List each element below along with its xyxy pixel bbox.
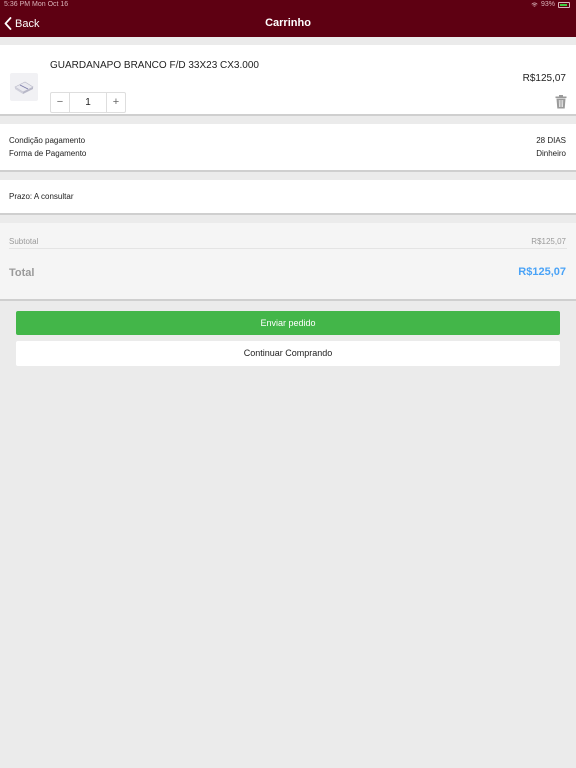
status-right: 93% [531,0,570,10]
trash-icon[interactable] [555,95,567,109]
status-time: 5:36 PM Mon Oct 16 [4,1,69,8]
chevron-left-icon [4,17,12,30]
payment-method-label: Forma de Pagamento [9,149,87,158]
battery-icon [558,2,570,8]
delivery-term-card: Prazo: A consultar [0,180,576,215]
napkin-box-image [14,81,34,94]
delivery-term: Prazo: A consultar [9,192,74,201]
product-image [10,73,38,101]
wifi-icon [531,2,538,7]
increase-quantity-button[interactable]: + [107,93,125,112]
status-bar: 5:36 PM Mon Oct 16 93% [0,0,576,10]
product-price: R$125,07 [522,73,566,84]
page-title: Carrinho [265,17,311,29]
continue-shopping-button[interactable]: Continuar Comprando [16,341,560,366]
payment-condition-value[interactable]: 28 DIAS [536,136,566,145]
cart-item: GUARDANAPO BRANCO F/D 33X23 CX3.000 R$12… [0,45,576,116]
summary-divider [9,248,567,249]
payment-method-value[interactable]: Dinheiro [536,149,566,158]
battery-percent: 93% [540,1,555,8]
back-label: Back [15,17,40,30]
product-name[interactable]: GUARDANAPO BRANCO F/D 33X23 CX3.000 [50,60,259,71]
quantity-value[interactable]: 1 [69,93,107,112]
decrease-quantity-button[interactable]: − [51,93,69,112]
send-order-button[interactable]: Enviar pedido [16,311,560,335]
subtotal-label: Subtotal [9,237,39,246]
total-value: R$125,07 [518,266,566,278]
quantity-stepper: − 1 + [50,92,126,113]
total-label: Total [9,267,35,279]
subtotal-value: R$125,07 [531,237,566,246]
order-summary-card: Subtotal R$125,07 Total R$125,07 [0,223,576,301]
navigation-bar: Carrinho Back [0,10,576,37]
spacer [0,37,576,45]
back-button[interactable]: Back [4,10,39,37]
payment-info-card: Condição pagamento 28 DIAS Forma de Paga… [0,124,576,172]
payment-condition-label: Condição pagamento [9,136,86,145]
